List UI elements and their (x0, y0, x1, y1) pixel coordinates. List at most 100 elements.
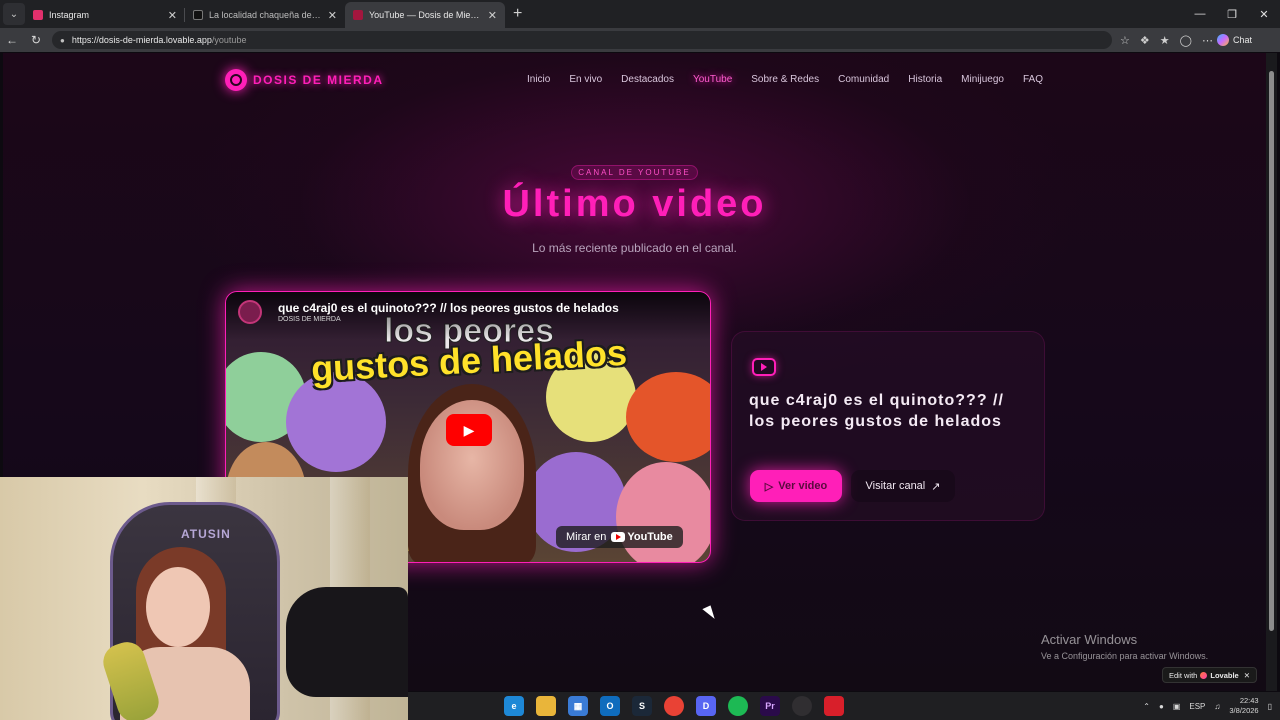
logo-mark-icon (225, 69, 247, 91)
discord-icon[interactable]: D (696, 696, 716, 716)
close-tab-icon[interactable]: ✕ (168, 9, 177, 22)
section-kicker: CANAL DE YOUTUBE (571, 165, 698, 180)
card-video-title: que c4raj0 es el quinoto??? // los peore… (749, 392, 1004, 430)
network-icon[interactable]: ▣ (1173, 702, 1181, 711)
tab-bar: ⌄ Instagram ✕ La localidad chaqueña de R… (0, 0, 1280, 28)
language-indicator[interactable]: ESP (1189, 702, 1205, 711)
nav-faq[interactable]: FAQ (1023, 74, 1043, 85)
latest-video-card: que c4raj0 es el quinoto??? // los peore… (731, 331, 1045, 521)
youtube-logo-icon: YouTube (611, 531, 673, 543)
channel-avatar[interactable] (238, 300, 262, 324)
visitar-canal-button[interactable]: Visitar canal ↗ (851, 470, 955, 502)
close-badge-icon[interactable]: ✕ (1242, 671, 1250, 680)
steam-icon[interactable]: S (632, 696, 652, 716)
nav-historia[interactable]: Historia (908, 74, 942, 85)
edge-icon[interactable]: e (504, 696, 524, 716)
restore-icon[interactable]: ❐ (1216, 0, 1248, 28)
section-kicker-wrap: CANAL DE YOUTUBE (3, 162, 1266, 180)
lovable-brand: Lovable (1210, 670, 1239, 680)
address-bar: ← ↻ ● https://dosis-de-mierda.lovable.ap… (0, 28, 1280, 52)
page-title: Último video (502, 183, 767, 225)
nav-youtube[interactable]: YouTube (693, 74, 732, 85)
youtube-word: YouTube (627, 531, 673, 543)
chair-brand-text: ATUSIN (181, 527, 231, 541)
minimize-icon[interactable]: — (1184, 0, 1216, 28)
copilot-icon (1216, 34, 1229, 46)
main-nav: Inicio En vivo Destacados YouTube Sobre … (527, 74, 1043, 85)
streamer-face (146, 567, 210, 647)
tab-news[interactable]: La localidad chaqueña de Resistencia ✕ (185, 2, 345, 28)
spotify-icon[interactable] (728, 696, 748, 716)
watch-on-youtube-button[interactable]: Mirar en YouTube (556, 526, 683, 548)
url-host: https://dosis-de-mierda.lovable.app (71, 35, 212, 45)
site-header: DOSIS DE MIERDA Inicio En vivo Destacado… (3, 53, 1266, 107)
video-title[interactable]: que c4raj0 es el quinoto??? // los peore… (278, 301, 619, 315)
tab-label: Instagram (49, 10, 90, 20)
site-favicon-icon (353, 10, 363, 20)
tab-youtube-dosis[interactable]: YouTube — Dosis de Mierda ✕ (345, 2, 505, 28)
play-small-icon: ▷ (764, 480, 774, 493)
close-window-icon[interactable]: ✕ (1248, 0, 1280, 28)
clock-time: 22:43 (1239, 696, 1259, 705)
visitar-canal-label: Visitar canal (865, 480, 926, 492)
nav-destacados[interactable]: Destacados (621, 74, 674, 85)
file-explorer-icon[interactable] (536, 696, 556, 716)
copilot-chat-button[interactable]: Chat (1216, 34, 1252, 46)
nav-minijuego[interactable]: Minijuego (961, 74, 1004, 85)
obs-icon[interactable] (792, 696, 812, 716)
tab-instagram[interactable]: Instagram ✕ (25, 2, 185, 28)
close-tab-icon[interactable]: ✕ (328, 9, 337, 22)
favorites-icon[interactable]: ★ (1160, 34, 1170, 47)
more-icon[interactable]: ⋯ (1202, 34, 1213, 47)
extensions-icon[interactable]: ❖ (1140, 34, 1150, 47)
windows-taskbar: e ▦ O S D Pr ⌃ ● ▣ ESP ♫ 22:43 3/8/2026 … (408, 692, 1280, 720)
ver-video-label: Ver video (778, 480, 828, 492)
clothes-pile (286, 587, 408, 697)
reload-icon[interactable]: ↻ (24, 28, 48, 52)
instagram-favicon-icon (33, 10, 43, 20)
window-controls: — ❐ ✕ (1184, 0, 1280, 28)
clock-date: 3/8/2026 (1229, 706, 1259, 715)
nav-sobre-redes[interactable]: Sobre & Redes (751, 74, 819, 85)
ver-video-button[interactable]: ▷ Ver video (750, 470, 842, 502)
app-red-icon[interactable] (824, 696, 844, 716)
close-tab-icon[interactable]: ✕ (488, 9, 497, 22)
url-field[interactable]: ● https://dosis-de-mierda.lovable.app/yo… (52, 31, 1112, 49)
tiktok-favicon-icon (193, 10, 203, 20)
activate-title: Activar Windows (1041, 632, 1138, 647)
nav-comunidad[interactable]: Comunidad (838, 74, 889, 85)
favorite-star-icon[interactable]: ☆ (1120, 34, 1130, 47)
nav-en-vivo[interactable]: En vivo (569, 74, 602, 85)
profile-icon[interactable]: ◯ (1180, 34, 1192, 47)
new-tab-button[interactable]: + (513, 5, 522, 23)
taskbar-clock[interactable]: 22:43 3/8/2026 (1229, 696, 1258, 716)
webcam-overlay: ATUSIN (0, 477, 408, 720)
lovable-heart-icon (1200, 671, 1208, 679)
volume-icon[interactable]: ♫ (1214, 702, 1220, 711)
chat-label: Chat (1232, 35, 1252, 45)
edit-with-lovable-badge[interactable]: Edit with Lovable ✕ (1162, 667, 1258, 683)
store-icon[interactable]: ▦ (568, 696, 588, 716)
nav-inicio[interactable]: Inicio (527, 74, 550, 85)
tab-actions-button[interactable]: ⌄ (3, 3, 25, 25)
video-channel[interactable]: DOSIS DE MIERDA (278, 316, 341, 323)
notification-icon[interactable]: ▯ (1268, 702, 1272, 711)
brand-name: DOSIS DE MIERDA (253, 73, 384, 87)
external-link-icon: ↗ (931, 480, 941, 493)
activate-subtitle: Ve a Configuración para activar Windows. (1041, 651, 1209, 661)
lovable-prefix: Edit with (1169, 670, 1198, 680)
page-scrollbar[interactable] (1266, 53, 1277, 691)
scrollbar-thumb[interactable] (1269, 71, 1274, 631)
chrome-icon[interactable] (664, 696, 684, 716)
premiere-icon[interactable]: Pr (760, 696, 780, 716)
back-icon[interactable]: ← (0, 28, 24, 52)
activate-windows-watermark: Activar Windows Ve a Configuración para … (1041, 632, 1208, 661)
outlook-icon[interactable]: O (600, 696, 620, 716)
tab-label: La localidad chaqueña de Resistencia (209, 10, 322, 20)
site-logo[interactable]: DOSIS DE MIERDA (225, 69, 384, 91)
play-icon[interactable]: ▶ (446, 414, 492, 446)
site-info-icon[interactable]: ● (60, 36, 65, 45)
microphone-icon[interactable]: ● (1159, 702, 1164, 711)
page-subtitle: Lo más reciente publicado en el canal. (532, 241, 737, 255)
tray-overflow-icon[interactable]: ⌃ (1143, 702, 1150, 711)
